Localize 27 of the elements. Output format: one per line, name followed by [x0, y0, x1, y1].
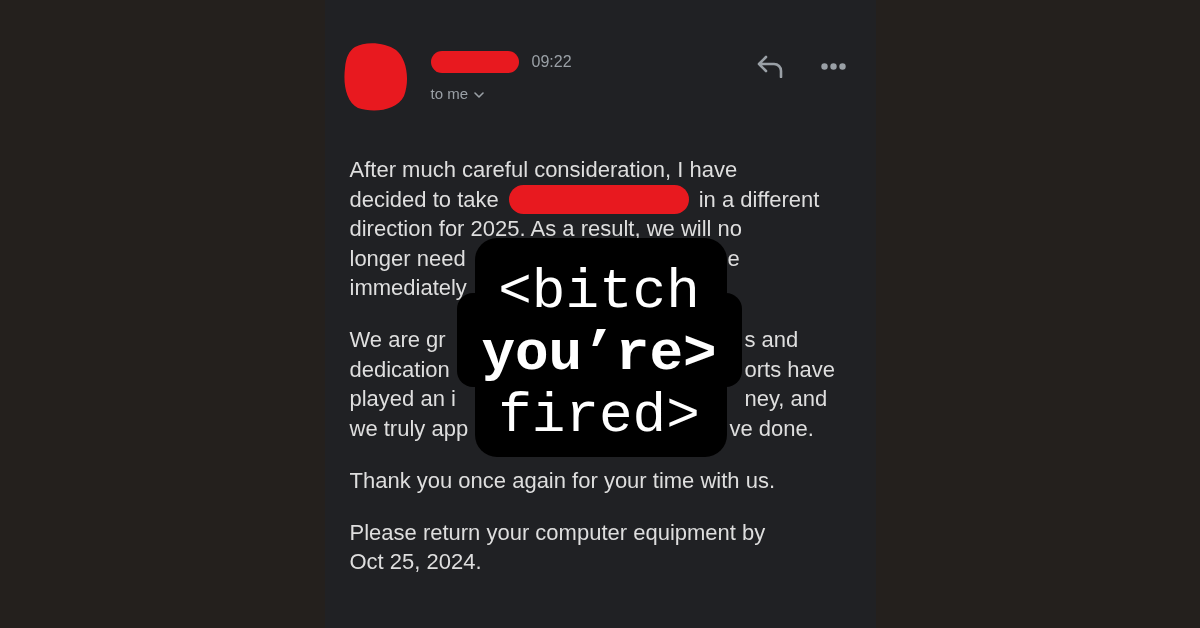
- body-text: played an i: [349, 385, 456, 413]
- sticker-text: you’re>: [481, 323, 717, 385]
- body-text: decided to take: [349, 185, 499, 214]
- body-text: ney, and: [744, 385, 828, 413]
- body-text: Please return your computer equipment by Oct 25, 2024.: [349, 518, 767, 576]
- sticker-text: <bitch: [498, 261, 700, 323]
- body-text: direction for 2025. As a result, we will no: [349, 215, 743, 243]
- body-text: s and: [744, 326, 799, 354]
- body-text: immediately: [349, 274, 467, 302]
- body-text: After much careful consideration, I have: [349, 156, 738, 184]
- body-text: Thank you once again for your time with us.: [349, 466, 776, 495]
- body-text: dedication: [349, 355, 450, 384]
- more-options-button[interactable]: [820, 62, 846, 70]
- body-text: we truly app: [349, 414, 469, 443]
- reply-button[interactable]: [755, 54, 783, 78]
- body-text: longer need: [349, 244, 466, 273]
- body-text: ve done.: [729, 414, 814, 443]
- more-icon: [820, 62, 846, 70]
- body-text: e: [727, 244, 740, 273]
- body-text: orts have: [744, 355, 835, 384]
- reply-icon: [755, 54, 783, 78]
- timestamp: 09:22: [531, 52, 572, 72]
- sticker-text: fired>: [498, 385, 700, 447]
- body-text: We are gr: [349, 326, 446, 354]
- body-text: in a different: [698, 185, 820, 214]
- chevron-down-icon: [474, 92, 484, 98]
- recipients-toggle[interactable]: to me: [430, 84, 484, 104]
